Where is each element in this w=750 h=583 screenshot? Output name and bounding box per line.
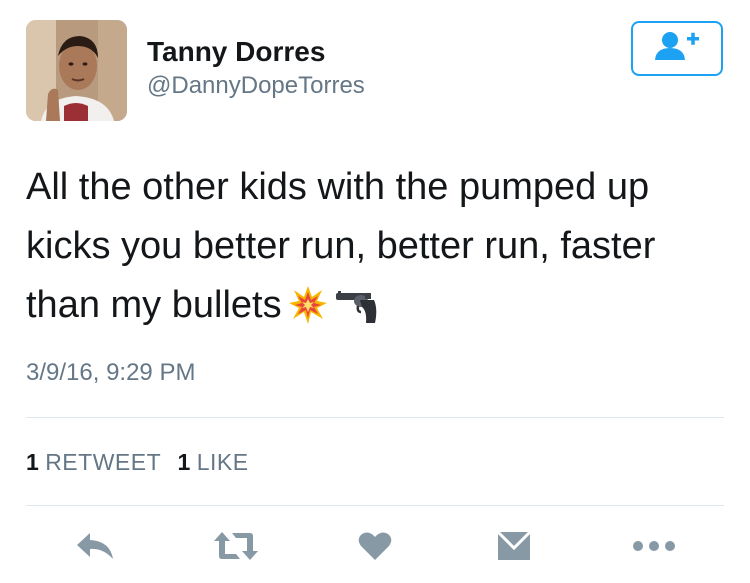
tweet-line: kicks you better run, better run, faster [26, 225, 656, 267]
likes-stat[interactable]: 1 LIKE [178, 449, 249, 475]
divider [26, 417, 724, 418]
display-name[interactable]: Tanny Dorres [147, 36, 325, 68]
likes-count: 1 [177, 449, 191, 475]
pistol-emoji [334, 284, 380, 343]
more-icon [632, 539, 676, 557]
direct-message-button[interactable] [494, 528, 534, 568]
heart-icon [358, 531, 392, 566]
retweets-stat[interactable]: 1 RETWEET [26, 449, 161, 475]
divider [26, 505, 724, 506]
tweet-timestamp[interactable]: 3/9/16, 9:29 PM [26, 359, 195, 387]
tweet-text: All the other kids with the pumped up ki… [26, 158, 726, 343]
retweet-button[interactable] [210, 528, 262, 568]
avatar[interactable] [26, 20, 127, 121]
likes-label: LIKE [196, 449, 249, 475]
add-user-icon [654, 31, 700, 66]
more-button[interactable] [630, 528, 678, 568]
like-button[interactable] [356, 528, 394, 568]
follow-button[interactable] [631, 21, 723, 76]
envelope-icon [496, 530, 532, 567]
retweet-icon [212, 530, 260, 567]
reply-icon [75, 531, 115, 566]
tweet-line-text: than my bullets [26, 284, 282, 326]
retweets-count: 1 [26, 449, 39, 475]
action-bar [0, 520, 750, 576]
retweets-label: RETWEET [45, 449, 162, 475]
tweet-line-last: than my bullets [26, 276, 726, 343]
tweet-stats: 1 RETWEET 1 LIKE [26, 449, 259, 476]
tweet-line: All the other kids with the pumped up [26, 166, 650, 208]
collision-emoji [288, 284, 328, 343]
handle[interactable]: @DannyDopeTorres [147, 72, 365, 100]
reply-button[interactable] [72, 528, 118, 568]
